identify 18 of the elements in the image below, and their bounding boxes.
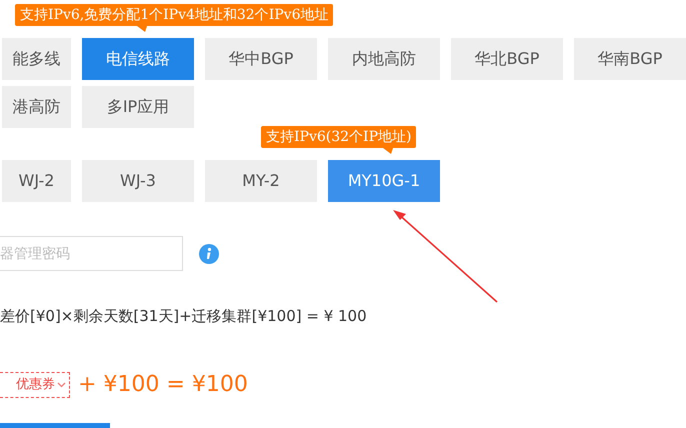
coupon-select[interactable]: 优惠券 bbox=[0, 372, 70, 398]
password-field[interactable]: 器管理密码 bbox=[0, 236, 183, 271]
option-tab[interactable]: WJ-3 bbox=[82, 160, 194, 202]
tooltip: 支持IPv6,免费分配1个IPv4地址和32个IPv6地址 bbox=[15, 4, 334, 26]
option-tab[interactable]: 能多线 bbox=[2, 38, 71, 80]
price-formula: 差价[¥0]×剩余天数[31天]+迁移集群[¥100] = ¥ 100 bbox=[0, 306, 368, 326]
option-tab[interactable]: 华中BGP bbox=[205, 38, 317, 80]
option-tab[interactable]: MY10G-1 bbox=[328, 160, 440, 202]
option-tab[interactable]: 华南BGP bbox=[574, 38, 686, 80]
option-tab[interactable]: 电信线路 bbox=[82, 38, 194, 80]
option-tab[interactable]: 港高防 bbox=[2, 86, 71, 128]
total-price: + ¥100 = ¥100 bbox=[78, 371, 248, 399]
option-tab[interactable]: MY-2 bbox=[205, 160, 317, 202]
tooltip: 支持IPv6(32个IP地址) bbox=[261, 126, 416, 148]
option-tab[interactable]: WJ-2 bbox=[2, 160, 71, 202]
option-tab[interactable]: 多IP应用 bbox=[82, 86, 194, 128]
option-tab[interactable]: 华北BGP bbox=[451, 38, 563, 80]
option-tab[interactable]: 内地高防 bbox=[328, 38, 440, 80]
